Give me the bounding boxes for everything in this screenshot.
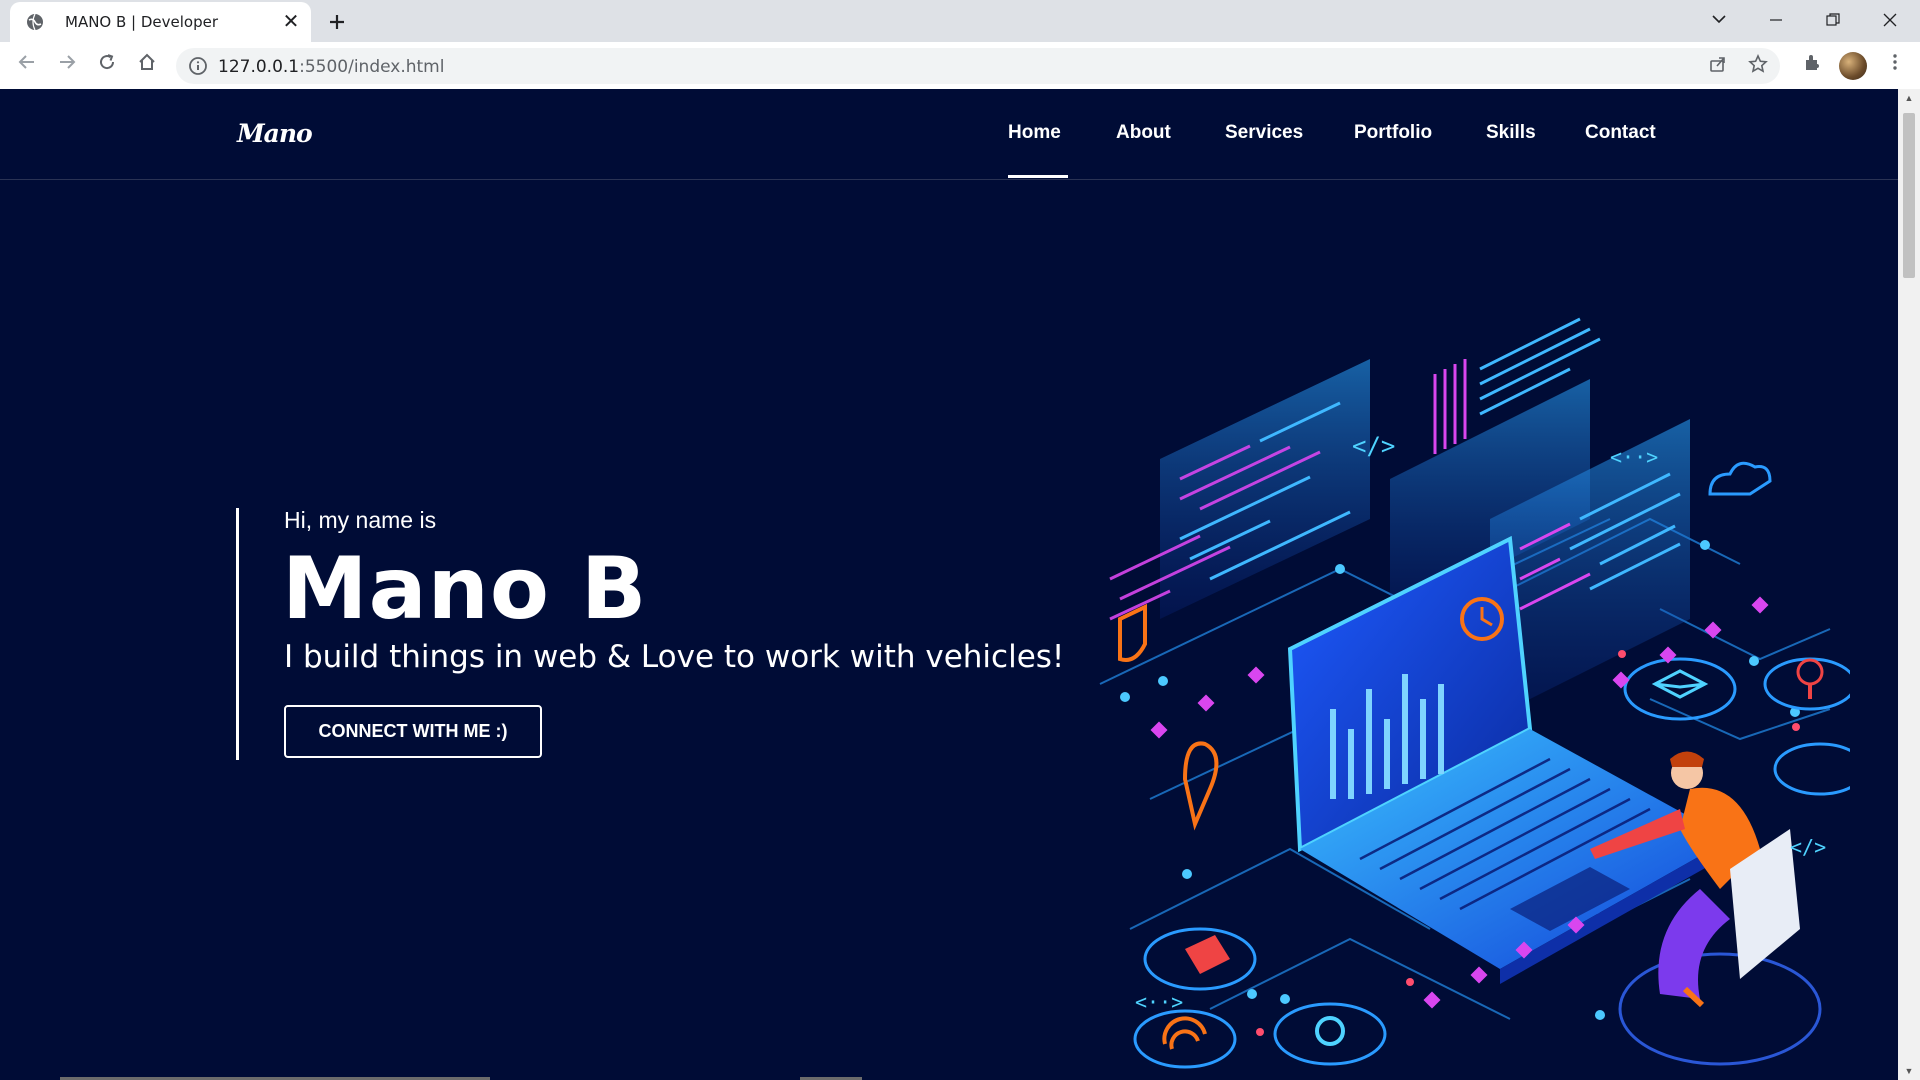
close-icon[interactable]: ✕ [280, 11, 302, 33]
share-icon[interactable] [1706, 54, 1730, 78]
info-icon[interactable] [188, 56, 208, 76]
reload-icon[interactable] [92, 51, 122, 81]
nav-link-skills[interactable]: Skills [1486, 122, 1536, 144]
scroll-up-icon[interactable]: ▲ [1904, 93, 1914, 103]
site-logo[interactable]: Mano [237, 119, 313, 148]
plus-icon[interactable] [322, 7, 352, 37]
address-bar[interactable]: 127.0.0.1:5500/index.html [176, 48, 1780, 84]
minimize-icon[interactable] [1754, 6, 1798, 36]
developer-illustration: </> <··> </> <··> [1099, 317, 1850, 1069]
hero-accent-bar [236, 508, 239, 760]
scroll-down-icon[interactable]: ▼ [1904, 1066, 1914, 1076]
url-path: :5500/index.html [299, 57, 445, 77]
home-icon[interactable] [132, 51, 162, 81]
new-tab-button[interactable] [322, 7, 352, 37]
svg-text:<··>: <··> [1610, 445, 1658, 469]
url-host: 127.0.0.1 [218, 57, 300, 77]
tab-search-icon[interactable] [1697, 6, 1741, 36]
svg-text:<··>: <··> [1135, 990, 1183, 1014]
nav-link-about[interactable]: About [1116, 122, 1171, 144]
hero-name: Mano B [282, 539, 648, 639]
hero-greeting: Hi, my name is [284, 507, 437, 533]
forward-icon[interactable] [52, 51, 82, 81]
menu-icon[interactable] [1880, 51, 1910, 81]
restore-icon[interactable] [1811, 6, 1855, 36]
browser-tab[interactable]: MANO B | Developer ✕ [10, 2, 311, 42]
star-icon[interactable] [1746, 54, 1770, 78]
profile-avatar[interactable] [1839, 52, 1867, 80]
scrollbar-thumb[interactable] [1903, 113, 1915, 278]
globe-icon [27, 13, 43, 31]
nav-active-indicator [1008, 175, 1068, 178]
svg-text:</>: </> [1790, 835, 1826, 859]
connect-button[interactable]: CONNECT WITH ME :) [284, 705, 542, 758]
site-navbar: Mano Home About Services Portfolio Skill… [0, 89, 1898, 180]
browser-tab-strip: MANO B | Developer ✕ [0, 0, 1920, 42]
vertical-scrollbar[interactable]: ▲ ▼ [1898, 89, 1920, 1080]
extensions-icon[interactable] [1797, 51, 1827, 81]
back-icon[interactable] [12, 51, 42, 81]
tab-title: MANO B | Developer [65, 13, 219, 31]
nav-link-portfolio[interactable]: Portfolio [1354, 122, 1432, 144]
page-viewport: Mano Home About Services Portfolio Skill… [0, 89, 1898, 1080]
nav-link-contact[interactable]: Contact [1585, 122, 1656, 144]
hero-tagline: I build things in web & Love to work wit… [284, 639, 1065, 675]
browser-toolbar: 127.0.0.1:5500/index.html [0, 42, 1920, 90]
nav-link-services[interactable]: Services [1225, 122, 1303, 144]
url-text[interactable]: 127.0.0.1:5500/index.html [218, 57, 444, 77]
close-window-icon[interactable] [1868, 6, 1912, 36]
nav-link-home[interactable]: Home [1008, 122, 1061, 144]
svg-text:</>: </> [1352, 432, 1395, 460]
